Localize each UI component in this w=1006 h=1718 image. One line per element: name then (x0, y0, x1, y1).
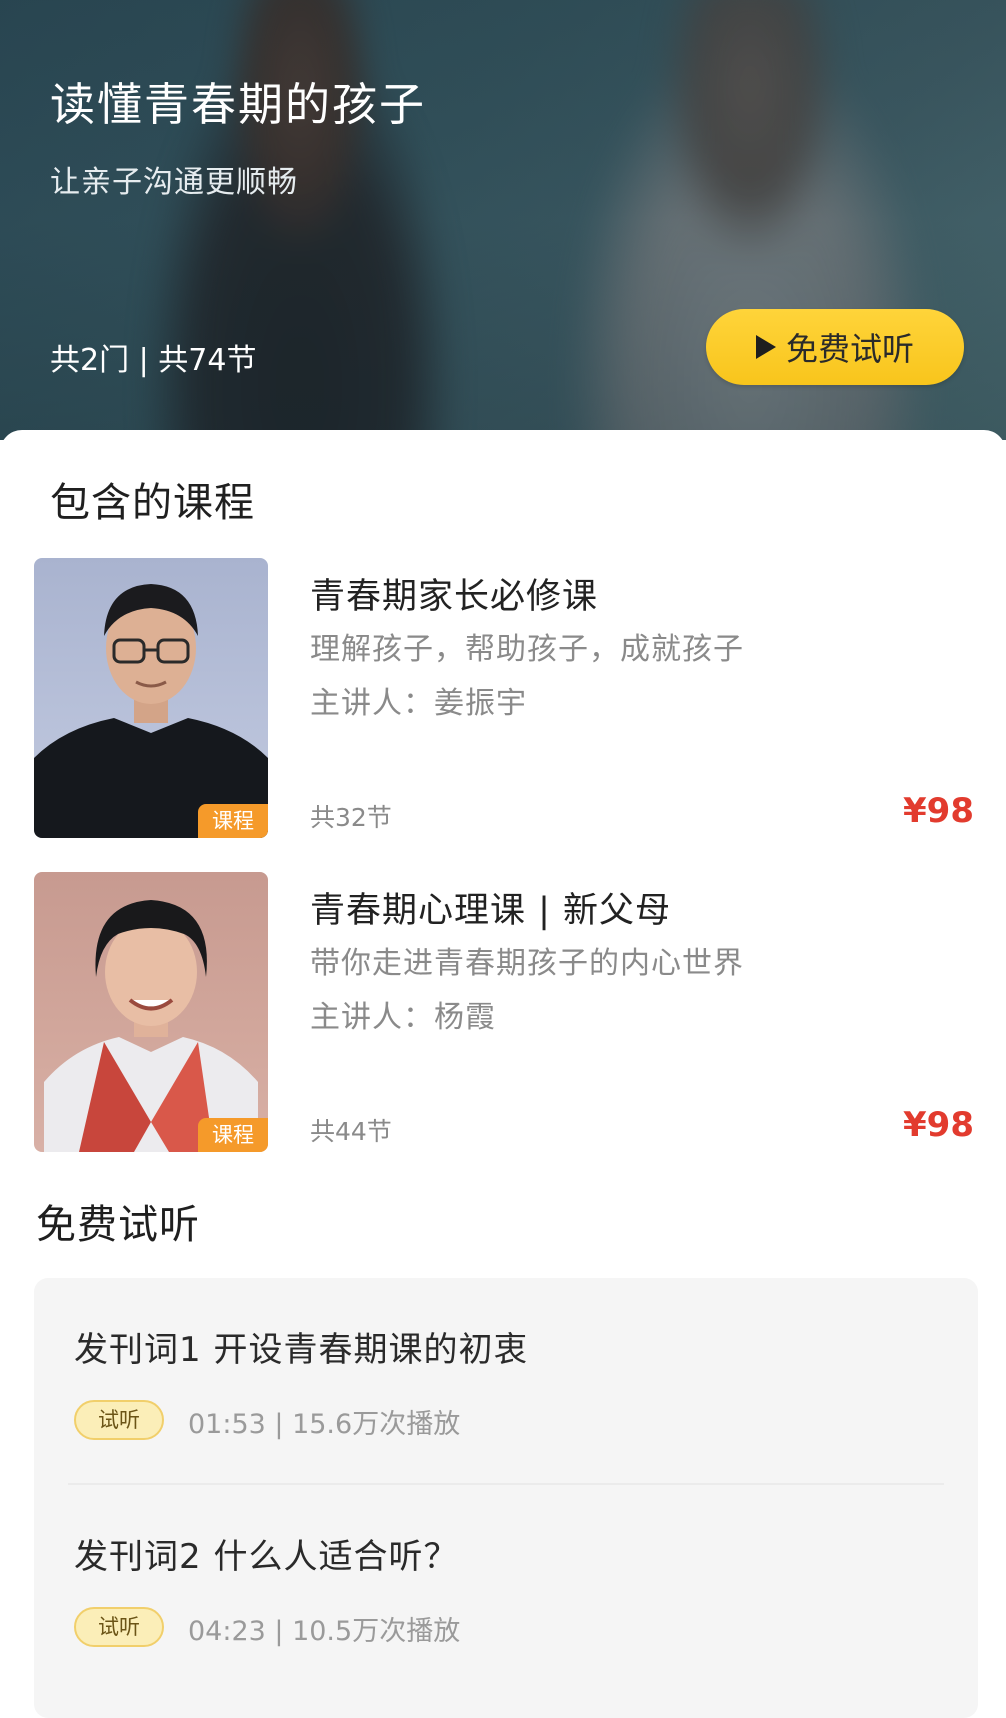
trial-list-item[interactable]: 发刊词2 什么人适合听？ 试听 04:23 | 10.5万次播放 (34, 1485, 978, 1691)
play-icon (755, 335, 776, 359)
course-description: 带你走进青春期孩子的内心世界 (310, 946, 744, 981)
page-title: 读懂青春期的孩子 (50, 78, 427, 131)
included-courses-heading: 包含的课程 (50, 480, 255, 526)
course-stats: 共2门 | 共74节 (50, 343, 257, 378)
course-cover-image: 课程 (34, 872, 268, 1152)
page-subtitle: 让亲子沟通更顺畅 (50, 165, 298, 200)
course-title: 青春期心理课 | 新父母 (310, 891, 672, 931)
lecturer-portrait (34, 584, 268, 838)
course-title: 青春期家长必修课 (310, 577, 599, 617)
trial-badge: 试听 (74, 1400, 164, 1440)
trial-badge: 试听 (74, 1607, 164, 1647)
trial-episode-title: 发刊词2 什么人适合听？ (74, 1537, 459, 1577)
lecturer-portrait (44, 900, 258, 1152)
free-trial-button[interactable]: 免费试听 (706, 309, 964, 385)
course-tag: 课程 (198, 804, 268, 838)
course-lesson-count: 共44节 (310, 1117, 392, 1146)
course-lecturer: 主讲人：杨霞 (310, 1000, 496, 1035)
free-trial-list: 发刊词1 开设青春期课的初衷 试听 01:53 | 15.6万次播放 发刊词2 … (34, 1278, 978, 1718)
course-lecturer: 主讲人：姜振宇 (310, 686, 527, 721)
trial-list-item[interactable]: 发刊词1 开设青春期课的初衷 试听 01:53 | 15.6万次播放 (34, 1278, 978, 1485)
trial-episode-meta: 01:53 | 15.6万次播放 (188, 1409, 461, 1440)
free-trial-heading: 免费试听 (36, 1202, 200, 1248)
course-card[interactable]: 课程 青春期家长必修课 理解孩子，帮助孩子，成就孩子 主讲人：姜振宇 共32节 … (0, 558, 1006, 840)
course-description: 理解孩子，帮助孩子，成就孩子 (310, 632, 744, 667)
trial-episode-title: 发刊词1 开设青春期课的初衷 (74, 1330, 529, 1370)
course-tag: 课程 (198, 1118, 268, 1152)
hero-banner: 读懂青春期的孩子 让亲子沟通更顺畅 共2门 | 共74节 免费试听 (0, 0, 1006, 440)
course-price: ¥98 (903, 791, 974, 831)
free-trial-button-label: 免费试听 (785, 330, 914, 368)
course-price: ¥98 (903, 1105, 974, 1145)
course-card[interactable]: 课程 青春期心理课 | 新父母 带你走进青春期孩子的内心世界 主讲人：杨霞 共4… (0, 872, 1006, 1154)
course-lesson-count: 共32节 (310, 803, 392, 832)
trial-episode-meta: 04:23 | 10.5万次播放 (188, 1616, 461, 1647)
course-cover-image: 课程 (34, 558, 268, 838)
